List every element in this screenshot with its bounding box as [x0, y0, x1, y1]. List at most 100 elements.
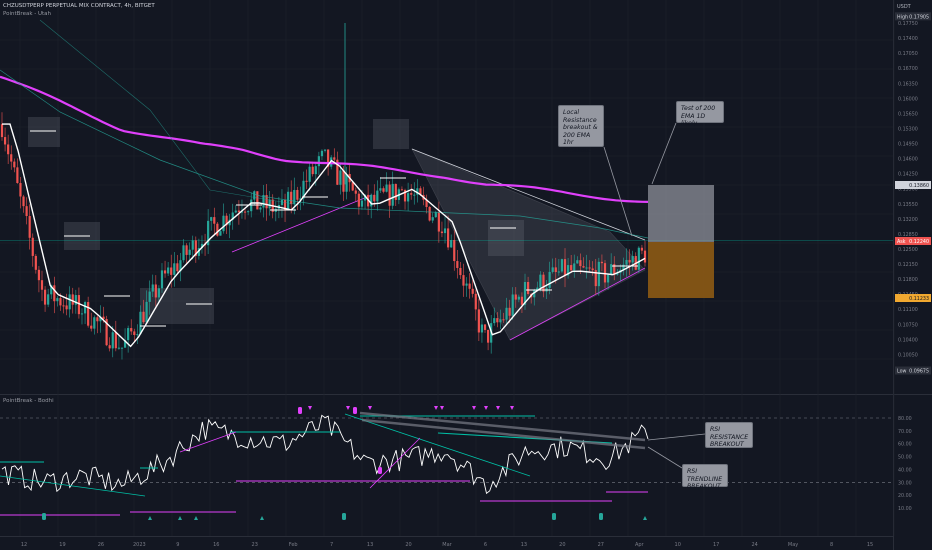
down-candle: [43, 289, 47, 305]
note-line: breakout &: [563, 124, 598, 131]
time-tick-label: 8: [830, 542, 833, 548]
up-candle: [465, 283, 468, 286]
down-candle: [133, 331, 136, 335]
price-and-rsi-chart[interactable]: USDT 0.17750 0.17400 0.17050 0.16700 0.16350 0…: [0, 0, 932, 550]
up-candle: [191, 240, 194, 250]
down-candle: [508, 307, 511, 316]
up-candle: [314, 166, 317, 175]
down-candle: [65, 305, 68, 310]
time-tick-label: 9: [176, 542, 179, 548]
up-candle: [557, 271, 560, 273]
down-candle: [31, 237, 34, 256]
down-candle: [71, 294, 74, 305]
up-candle: [145, 301, 148, 323]
down-candle: [453, 240, 456, 262]
down-candle: [373, 194, 376, 202]
price-tick-label: 0.13550: [898, 202, 918, 208]
up-candle: [585, 267, 588, 269]
up-candle: [323, 149, 327, 151]
up-candle: [379, 188, 382, 191]
up-candle: [182, 245, 185, 261]
ask-price-tag: Ask: [897, 239, 906, 245]
down-candle: [394, 183, 397, 200]
high-price-tag: High: [897, 14, 908, 20]
up-candle: [47, 294, 50, 305]
down-candle: [7, 144, 10, 155]
up-candle: [606, 274, 610, 283]
up-candle: [151, 284, 154, 292]
indicator-title[interactable]: PointBreak - Utah: [3, 11, 51, 17]
rsi-marker: [353, 407, 357, 414]
up-candle: [268, 199, 271, 209]
note-line: RESISTANCE: [710, 433, 749, 441]
up-candle: [80, 313, 84, 315]
time-tick-label: 23: [252, 542, 258, 548]
up-candle: [234, 210, 237, 213]
down-candle: [400, 189, 404, 191]
down-candle: [311, 166, 314, 175]
rsi-marker: [342, 513, 346, 520]
down-candle: [256, 191, 259, 210]
note-test-200-ema[interactable]: Test of 200 EMA 1D likely: [676, 101, 724, 127]
up-candle: [631, 256, 634, 263]
down-candle: [520, 296, 524, 305]
down-candle: [108, 345, 111, 349]
down-candle: [130, 328, 133, 332]
up-candle: [293, 189, 296, 205]
down-candle: [114, 332, 117, 349]
note-rsi-resistance[interactable]: RSI RESISTANCE BREAKOUT: [705, 422, 753, 448]
up-candle: [573, 263, 576, 271]
down-candle: [502, 319, 505, 321]
down-candle: [600, 261, 604, 264]
rsi-tick-label: 30.00: [898, 480, 912, 486]
up-candle: [431, 217, 434, 221]
note-local-resistance[interactable]: Local Resistance breakout & 200 EMA 1hr …: [558, 105, 604, 154]
note-line: RSI: [710, 426, 721, 433]
consolidation-box: [28, 117, 60, 147]
down-candle: [25, 206, 28, 217]
down-candle: [579, 260, 582, 267]
up-candle: [222, 215, 225, 232]
down-candle: [440, 231, 444, 234]
up-candle: [610, 264, 613, 275]
up-candle: [320, 150, 324, 157]
down-candle: [588, 267, 591, 269]
down-candle: [474, 293, 477, 310]
time-tick-label: 26: [98, 542, 104, 548]
price-tick-label: 0.12850: [898, 232, 918, 238]
time-tick-label: 24: [751, 542, 757, 548]
time-tick-label: 13: [367, 542, 373, 548]
price-tick-label: 0.10400: [898, 337, 918, 343]
down-candle: [96, 317, 99, 322]
rsi-tick-label: 50.00: [898, 455, 912, 461]
down-candle: [410, 193, 413, 195]
down-candle: [382, 188, 385, 192]
note-line: breakout: [563, 146, 591, 154]
down-candle: [628, 259, 631, 263]
price-axis-currency: USDT: [897, 4, 912, 10]
down-candle: [216, 223, 219, 236]
up-candle: [360, 200, 364, 207]
down-candle: [342, 170, 345, 192]
down-candle: [59, 298, 62, 306]
up-candle: [157, 288, 161, 298]
down-candle: [154, 284, 157, 298]
up-candle: [83, 302, 87, 314]
stop-price-value: 0.11233: [909, 296, 929, 302]
time-tick-label: 19: [59, 542, 65, 548]
down-candle: [447, 228, 450, 248]
up-candle: [548, 271, 551, 288]
down-candle: [603, 263, 607, 283]
up-candle: [188, 249, 191, 255]
up-candle: [120, 347, 124, 349]
note-rsi-trendline[interactable]: RSI TRENDLINE BREAKOUT: [682, 464, 728, 490]
target-price-value: 0.13860: [909, 183, 929, 189]
rsi-marker: [42, 513, 46, 520]
stop-zone: [648, 242, 714, 298]
up-candle: [210, 217, 213, 221]
up-candle: [173, 263, 176, 275]
down-candle: [542, 274, 545, 292]
up-candle: [376, 190, 379, 202]
rsi-indicator-title[interactable]: PointBreak - Bodhi: [3, 398, 54, 404]
down-candle: [142, 311, 145, 323]
